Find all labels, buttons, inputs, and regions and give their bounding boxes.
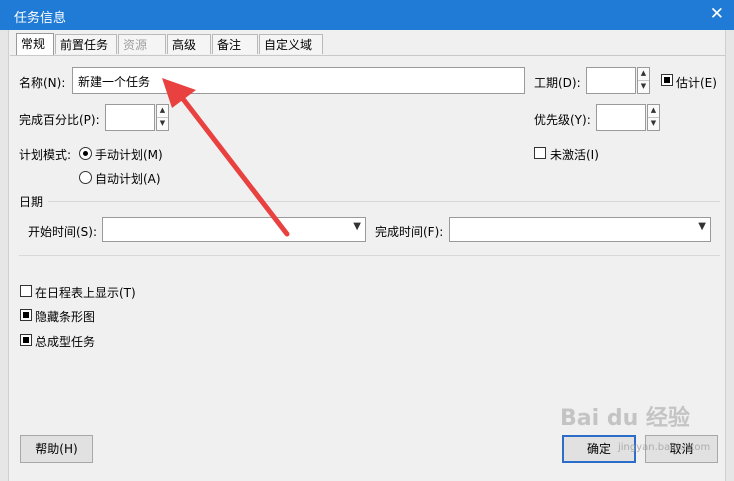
annotation-arrow-icon xyxy=(162,78,290,237)
